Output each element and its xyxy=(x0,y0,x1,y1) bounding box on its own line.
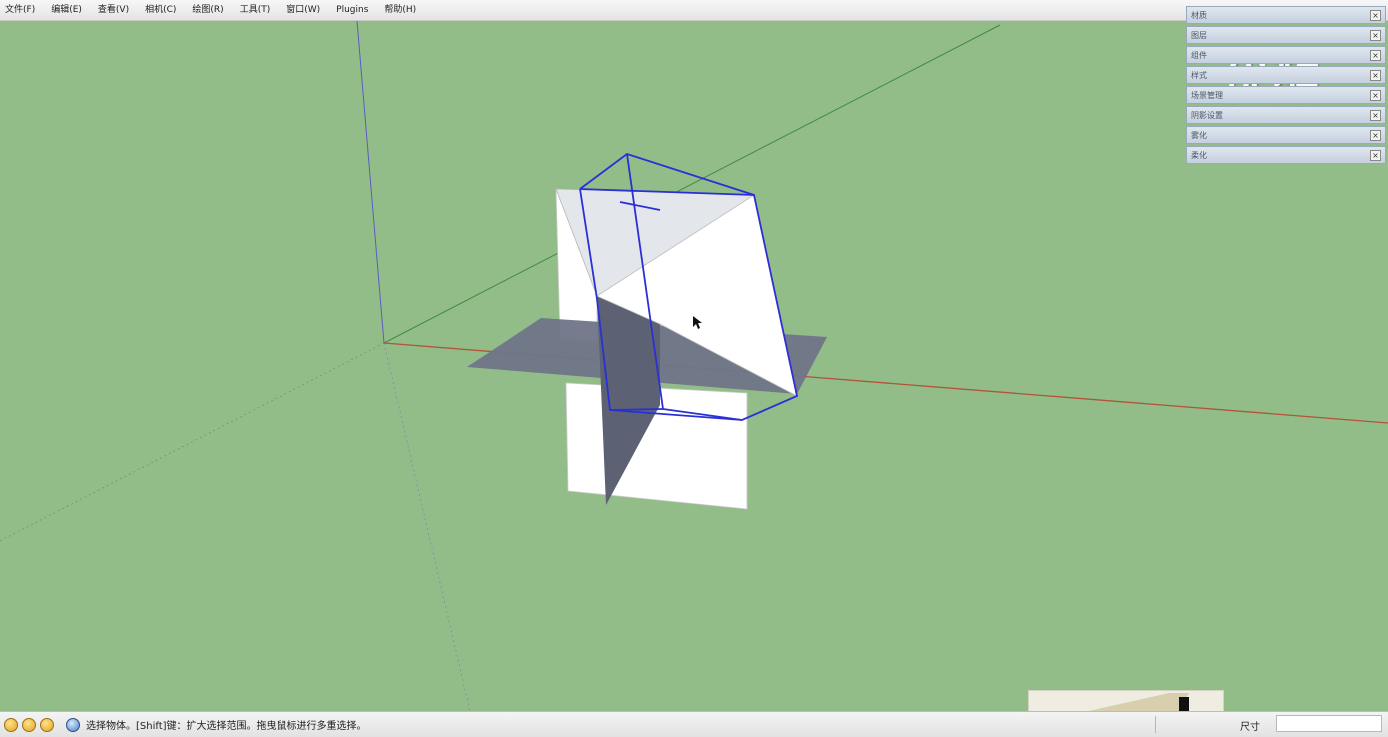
tray-panel-fog[interactable]: 雾化 × xyxy=(1186,126,1386,144)
tray-panel-materials[interactable]: 材质 × xyxy=(1186,6,1386,24)
status-hint: 选择物体。[Shift]键：扩大选择范围。拖曳鼠标进行多重选择。 xyxy=(86,721,367,732)
tray-panel-soften[interactable]: 柔化 × xyxy=(1186,146,1386,164)
divider xyxy=(1155,716,1156,733)
tip-icon[interactable] xyxy=(4,717,18,732)
close-icon[interactable]: × xyxy=(1370,69,1381,81)
blue-axis xyxy=(356,21,385,344)
tray-panel-label: 雾化 xyxy=(1191,130,1207,140)
blue-axis-dashed xyxy=(383,342,471,711)
close-icon[interactable]: × xyxy=(1370,9,1381,21)
model-viewport[interactable]: 优酷 xyxy=(0,21,1388,711)
close-icon[interactable]: × xyxy=(1370,149,1381,161)
tray-panel-scenes[interactable]: 场景管理 × xyxy=(1186,86,1386,104)
tray-panel-label: 样式 xyxy=(1191,70,1207,80)
menu-file[interactable]: 文件(F) xyxy=(0,0,43,20)
menu-draw[interactable]: 绘图(R) xyxy=(184,0,231,20)
close-icon[interactable]: × xyxy=(1370,129,1381,141)
tip-icon[interactable] xyxy=(22,717,36,732)
tray-panel-components[interactable]: 组件 × xyxy=(1186,46,1386,64)
tray-panel-styles[interactable]: 样式 × xyxy=(1186,66,1386,84)
close-icon[interactable]: × xyxy=(1370,109,1381,121)
help-icon[interactable] xyxy=(66,717,80,732)
menu-edit[interactable]: 编辑(E) xyxy=(43,0,90,20)
menu-window[interactable]: 窗口(W) xyxy=(278,0,328,20)
tray-panel-label: 柔化 xyxy=(1191,150,1207,160)
close-icon[interactable]: × xyxy=(1370,29,1381,41)
scene-drawing xyxy=(0,21,1388,711)
tray-panel-layers[interactable]: 图层 × xyxy=(1186,26,1386,44)
menu-bar: 文件(F) 编辑(E) 查看(V) 相机(C) 绘图(R) 工具(T) 窗口(W… xyxy=(0,0,1388,21)
tray-panel-label: 材质 xyxy=(1191,10,1207,20)
tip-icon[interactable] xyxy=(40,717,54,732)
menu-plugins[interactable]: Plugins xyxy=(328,0,376,20)
measurements-label: 尺寸 xyxy=(1240,722,1260,733)
menu-camera[interactable]: 相机(C) xyxy=(137,0,184,20)
green-axis-dashed xyxy=(0,342,385,542)
tray-panels: 材质 × 图层 × 组件 × 样式 × 场景管理 × 阴影设置 × 雾化 × 柔… xyxy=(1186,6,1386,166)
close-icon[interactable]: × xyxy=(1370,89,1381,101)
menu-help[interactable]: 帮助(H) xyxy=(376,0,424,20)
status-bar: 选择物体。[Shift]键：扩大选择范围。拖曳鼠标进行多重选择。 尺寸 xyxy=(0,711,1388,737)
tray-panel-shadows[interactable]: 阴影设置 × xyxy=(1186,106,1386,124)
close-icon[interactable]: × xyxy=(1370,49,1381,61)
menu-tools[interactable]: 工具(T) xyxy=(232,0,279,20)
tray-panel-label: 组件 xyxy=(1191,50,1207,60)
tray-panel-label: 阴影设置 xyxy=(1191,110,1223,120)
tray-panel-label: 场景管理 xyxy=(1191,90,1223,100)
measurements-input[interactable] xyxy=(1276,715,1382,732)
menu-view[interactable]: 查看(V) xyxy=(90,0,137,20)
tray-panel-label: 图层 xyxy=(1191,30,1207,40)
